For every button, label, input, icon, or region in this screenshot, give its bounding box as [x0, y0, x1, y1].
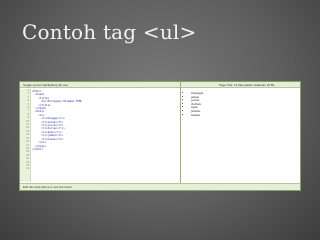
line-number-gutter: 1 2 3 4 5 6 7 8 9 10 11 12 13 14 15 16 17 18 19 20 21 22 23 24 [20, 89, 31, 182]
editor-footer-hint: Edit the code above to see the result. [20, 183, 300, 190]
preview-page-title: Page Title: Ini Merupakan Halaman HTML [181, 82, 300, 88]
code-editor-pane[interactable]: Toggle syntax highlighting (IE too) 1234… [20, 82, 181, 190]
slide-title: Contoh tag <ul> [22, 20, 197, 44]
code-area[interactable]: <html> <head> <title> Ini Merupakan Hala… [32, 90, 178, 172]
result-preview-pane: manggasalakjerukdurianapeljambunanas [181, 89, 300, 183]
preview-list-item: nanas [191, 113, 300, 118]
syntax-toggle-link[interactable]: Toggle syntax highlighting (IE too) [20, 82, 180, 88]
editor-screenshot: Toggle syntax highlighting (IE too) 1234… [19, 81, 301, 191]
preview-list: manggasalakjerukdurianapeljambunanas [181, 91, 300, 118]
line-number: 24 [26, 167, 29, 171]
